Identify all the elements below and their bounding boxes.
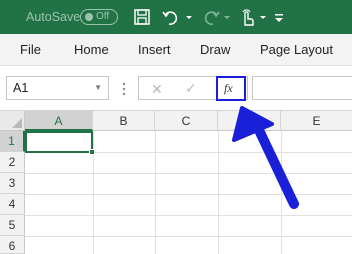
select-all-icon (12, 118, 22, 128)
tab-draw[interactable]: Draw (200, 42, 230, 57)
column-header-e[interactable]: E (281, 111, 352, 131)
touch-mode-dropdown-icon[interactable] (258, 4, 268, 30)
autosave-label: AutoSave (26, 10, 81, 24)
column-header-a[interactable]: A (25, 111, 93, 131)
ribbon-tabs: File Home Insert Draw Page Layout (0, 34, 352, 66)
fx-icon: fx (224, 81, 233, 95)
column-header-d[interactable]: D (218, 111, 281, 131)
row-header-5[interactable]: 5 (0, 215, 25, 236)
autosave-state: Off (96, 11, 110, 22)
tab-file[interactable]: File (20, 42, 41, 57)
enter-icon[interactable]: ✓ (185, 80, 197, 97)
grid-line (25, 173, 352, 174)
row-header-1[interactable]: 1 (0, 131, 25, 152)
save-icon[interactable] (132, 4, 152, 30)
tab-page-layout[interactable]: Page Layout (260, 42, 333, 57)
resize-handle-icon[interactable] (118, 80, 130, 98)
redo-dropdown-icon[interactable] (222, 4, 232, 30)
formula-bar: A1 ▼ ✕ ✓ (0, 66, 352, 110)
undo-icon[interactable] (160, 4, 184, 30)
tab-insert[interactable]: Insert (138, 42, 171, 57)
touch-mode-icon[interactable] (236, 4, 258, 30)
title-bar: AutoSave Off (0, 0, 352, 34)
tab-home[interactable]: Home (74, 42, 109, 57)
row-header-3[interactable]: 3 (0, 173, 25, 194)
column-header-c[interactable]: C (155, 111, 218, 131)
active-cell-a1[interactable] (25, 131, 95, 155)
insert-function-button[interactable]: fx (216, 76, 246, 101)
customize-toolbar-icon[interactable] (272, 4, 286, 30)
formula-input[interactable] (252, 76, 352, 100)
select-all-button[interactable] (0, 111, 25, 131)
autosave-toggle[interactable]: Off (80, 9, 118, 25)
toggle-knob (85, 13, 93, 21)
row-header-4[interactable]: 4 (0, 194, 25, 215)
grid-line (25, 236, 352, 237)
grid-line (25, 194, 352, 195)
column-header-b[interactable]: B (93, 111, 155, 131)
undo-dropdown-icon[interactable] (184, 4, 194, 30)
redo-icon[interactable] (198, 4, 222, 30)
row-header-2[interactable]: 2 (0, 152, 25, 173)
row-header-6[interactable]: 6 (0, 236, 25, 254)
cancel-icon[interactable]: ✕ (151, 81, 163, 98)
name-box-value: A1 (13, 81, 29, 95)
grid-line (25, 215, 352, 216)
fill-handle[interactable] (89, 149, 95, 155)
name-box[interactable]: A1 ▼ (6, 76, 109, 100)
chevron-down-icon[interactable]: ▼ (94, 83, 102, 92)
